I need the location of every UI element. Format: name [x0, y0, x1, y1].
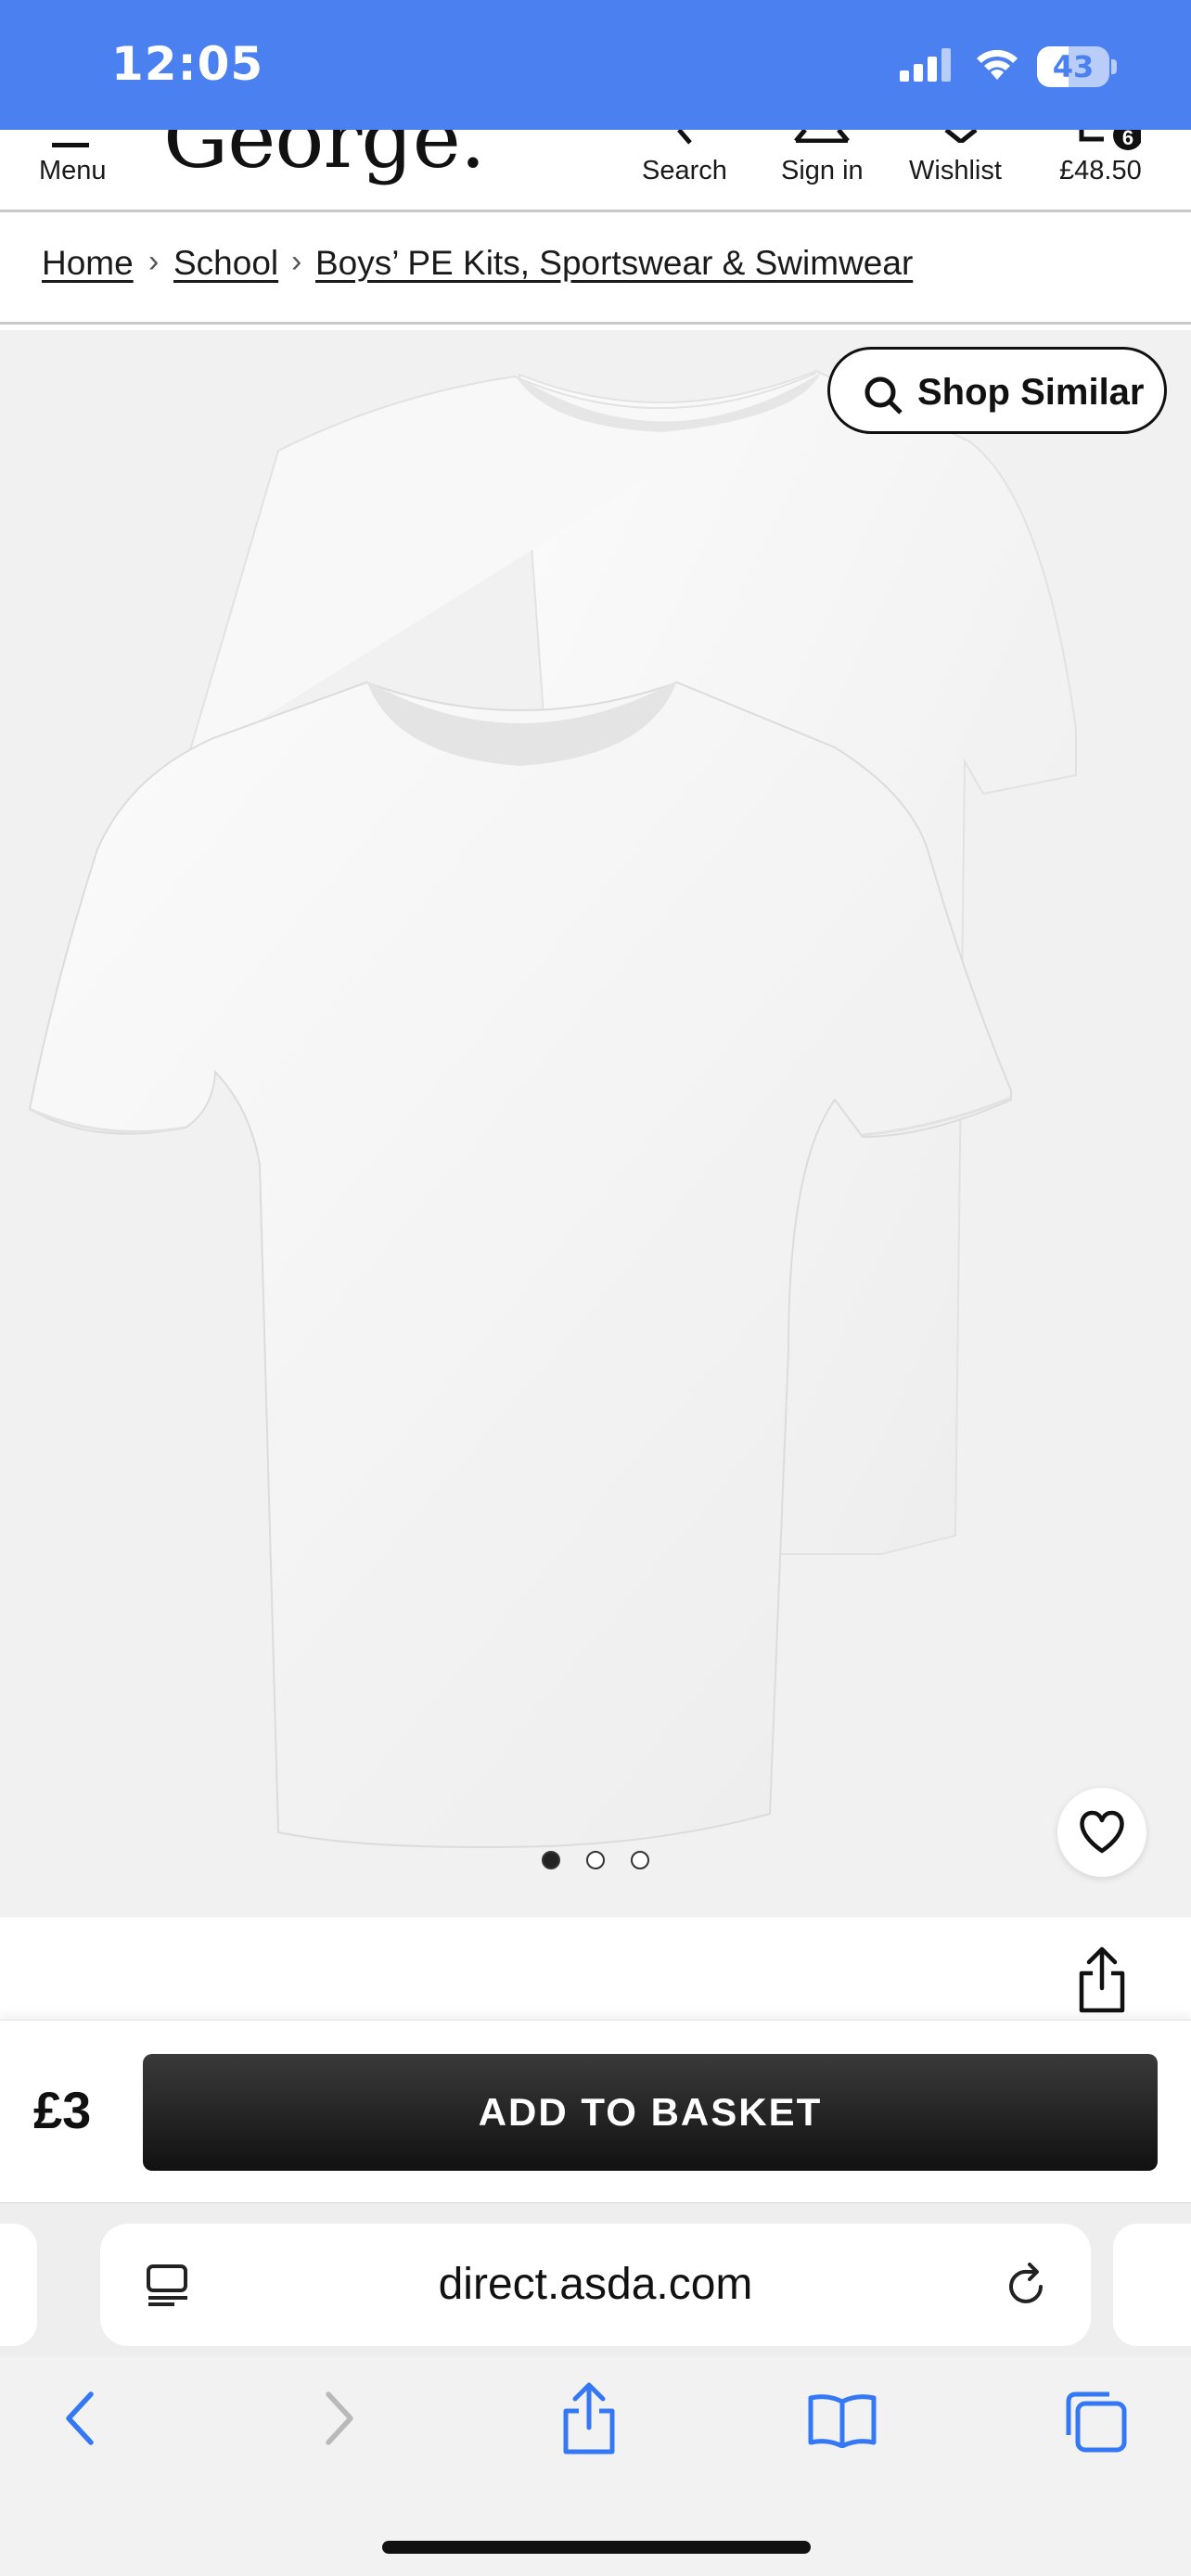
breadcrumb: Home › School › Boys’ PE Kits, Sportswea…: [0, 212, 1191, 325]
carousel-dot-1[interactable]: [542, 1851, 560, 1869]
signin-label: Sign in: [781, 156, 864, 185]
reload-icon[interactable]: [1004, 2261, 1050, 2309]
basket-total: £48.50: [1059, 156, 1142, 185]
breadcrumb-home[interactable]: Home: [42, 244, 134, 283]
browser-toolbar: [0, 2357, 1191, 2576]
bookmarks-icon[interactable]: [807, 2392, 877, 2448]
basket-count: 6: [1121, 130, 1134, 149]
product-image-gallery[interactable]: Shop Similar: [0, 330, 1191, 1918]
wishlist-label: Wishlist: [909, 156, 1002, 185]
cellular-signal-icon: [900, 48, 954, 86]
carousel-dot-3[interactable]: [631, 1851, 649, 1869]
george-logo[interactable]: George.: [163, 130, 486, 186]
add-to-basket-bar: £3 ADD TO BASKET: [0, 2020, 1191, 2204]
previous-tab-preview[interactable]: [0, 2224, 37, 2346]
status-bar: 12:05 43: [0, 0, 1191, 130]
wifi-icon: [974, 45, 1020, 86]
status-time: 12:05: [111, 37, 264, 91]
battery-icon: 43: [1037, 46, 1117, 87]
chevron-right-icon: ›: [148, 244, 160, 279]
chevron-right-icon: ›: [291, 244, 302, 279]
site-header: Menu George. Search Sign in Wishlist 6 £…: [0, 130, 1191, 212]
menu-label: Menu: [39, 156, 107, 185]
wishlist-button[interactable]: Wishlist: [905, 130, 1017, 210]
address-url: direct.asda.com: [438, 2260, 753, 2309]
share-icon[interactable]: [1076, 1945, 1128, 2014]
shop-similar-label: Shop Similar: [917, 372, 1145, 413]
tabs-icon[interactable]: [1063, 2389, 1128, 2454]
forward-icon[interactable]: [321, 2389, 358, 2448]
add-to-basket-label: ADD TO BASKET: [478, 2090, 823, 2134]
search-label: Search: [642, 156, 727, 185]
user-icon: [794, 130, 850, 143]
product-image: [28, 369, 1077, 1848]
signin-button[interactable]: Sign in: [770, 130, 872, 210]
shop-similar-button[interactable]: Shop Similar: [827, 347, 1167, 434]
breadcrumb-boys-pe-kits[interactable]: Boys’ PE Kits, Sportswear & Swimwear: [315, 244, 913, 283]
add-to-wishlist-button[interactable]: [1057, 1788, 1146, 1877]
search-icon: [677, 130, 692, 145]
next-tab-preview[interactable]: [1113, 2224, 1191, 2346]
menu-button[interactable]: Menu: [19, 130, 130, 210]
search-icon: [864, 376, 903, 414]
address-bar[interactable]: direct.asda.com: [100, 2224, 1091, 2346]
share-row: [0, 1918, 1191, 2020]
hamburger-icon: [52, 130, 89, 147]
battery-level: 43: [1052, 49, 1095, 84]
search-button[interactable]: Search: [631, 130, 733, 210]
heart-icon: [944, 130, 978, 143]
back-icon[interactable]: [61, 2389, 98, 2448]
carousel-dot-2[interactable]: [586, 1851, 605, 1869]
share-icon[interactable]: [560, 2381, 618, 2455]
heart-icon: [1080, 1810, 1124, 1854]
basket-button[interactable]: 6 £48.50: [1048, 130, 1169, 210]
home-indicator: [382, 2541, 811, 2554]
browser-address-area: direct.asda.com: [0, 2203, 1191, 2357]
breadcrumb-school[interactable]: School: [173, 244, 278, 283]
product-price: £3: [33, 2081, 92, 2139]
add-to-basket-button[interactable]: ADD TO BASKET: [143, 2054, 1158, 2171]
